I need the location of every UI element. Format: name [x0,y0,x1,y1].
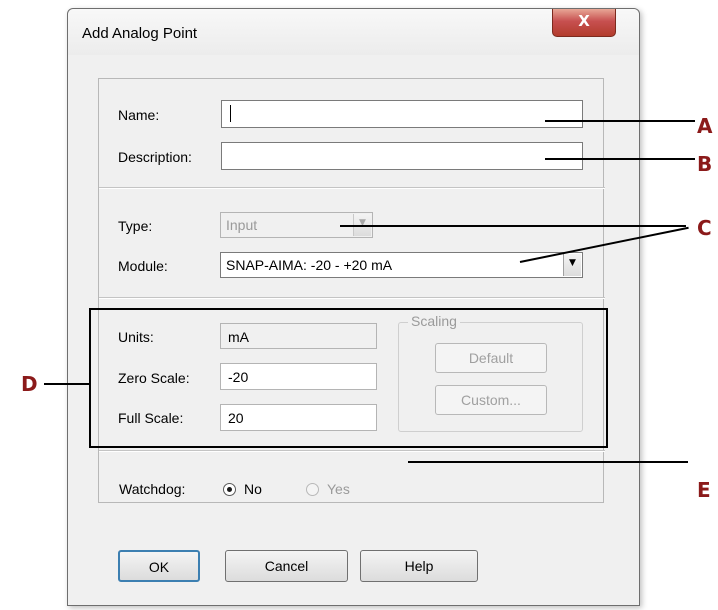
cancel-button[interactable]: Cancel [225,550,348,582]
callout-line-d [44,383,90,385]
section-divider [99,187,605,189]
callout-a: A [697,114,713,138]
name-input[interactable] [221,100,583,128]
module-value: SNAP-AIMA: -20 - +20 mA [226,257,393,273]
watchdog-yes-radio[interactable] [306,483,319,496]
section-divider [99,450,605,452]
title-bar: Add Analog Point X [68,9,639,55]
help-button[interactable]: Help [360,550,478,582]
type-value: Input [226,217,258,233]
callout-d: D [21,372,38,396]
callout-b: B [697,152,713,176]
text-caret [230,105,231,122]
close-icon: X [578,12,590,30]
watchdog-label: Watchdog: [119,481,186,497]
radio-selected-dot [227,487,232,492]
callout-e: E [697,478,711,502]
close-button[interactable]: X [552,9,616,37]
watchdog-no-label: No [244,481,262,497]
callout-c: C [697,216,712,240]
callout-line-b [545,158,695,160]
name-label: Name: [118,107,160,123]
callout-line-a [545,120,695,122]
dialog-title: Add Analog Point [82,25,198,42]
callout-line-e [408,461,688,463]
callout-highlight-box [89,308,608,448]
ok-button[interactable]: OK [118,550,200,582]
type-label: Type: [118,218,153,234]
module-select[interactable]: SNAP-AIMA: -20 - +20 mA ▼ [220,252,583,278]
section-divider [99,297,605,299]
callout-line-c1 [340,225,686,227]
module-label: Module: [118,258,168,274]
watchdog-no-radio[interactable] [223,483,236,496]
watchdog-yes-label: Yes [327,481,350,497]
chevron-down-icon: ▼ [563,254,581,276]
description-input[interactable] [221,142,583,170]
description-label: Description: [118,149,192,165]
